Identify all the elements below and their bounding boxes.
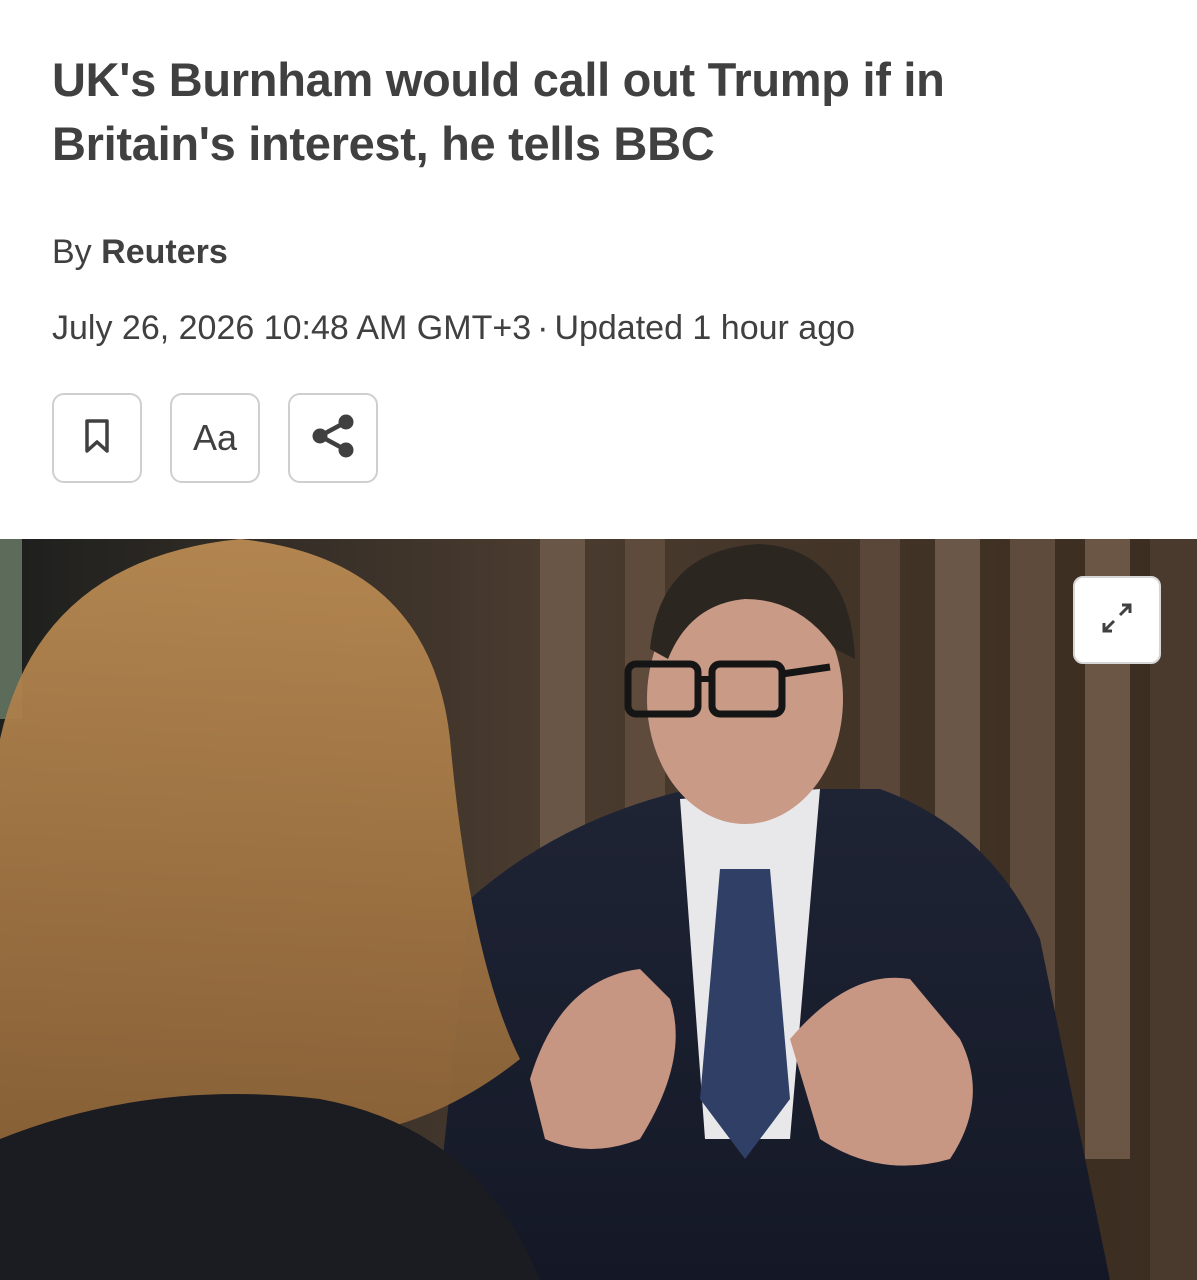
article-toolbar: Aa (52, 393, 378, 483)
byline-author[interactable]: Reuters (101, 233, 228, 271)
bookmark-icon (83, 418, 111, 459)
publish-date: July 26, 2026 10:48 AM GMT+3 (52, 309, 532, 347)
article-headline: UK's Burnham would call out Trump if in … (52, 53, 945, 170)
bookmark-button[interactable] (52, 393, 142, 483)
hero-photo-illustration (0, 539, 1197, 1280)
dateline: July 26, 2026 10:48 AM GMT+3 · Updated 1 h… (52, 306, 855, 350)
share-button[interactable] (288, 393, 378, 483)
share-icon (308, 412, 358, 465)
expand-icon (1097, 598, 1137, 643)
text-size-label: Aa (192, 417, 238, 458)
expand-image-button[interactable] (1073, 576, 1161, 664)
text-size-button[interactable]: Aa (170, 393, 260, 483)
byline-prefix: By (52, 233, 92, 271)
byline: By Reuters (52, 230, 228, 274)
date-separator: · (537, 309, 549, 347)
article-page: UK's Burnham would call out Trump if in … (0, 0, 1197, 1280)
updated-time: Updated 1 hour ago (554, 309, 856, 347)
hero-photo[interactable] (0, 539, 1197, 1280)
